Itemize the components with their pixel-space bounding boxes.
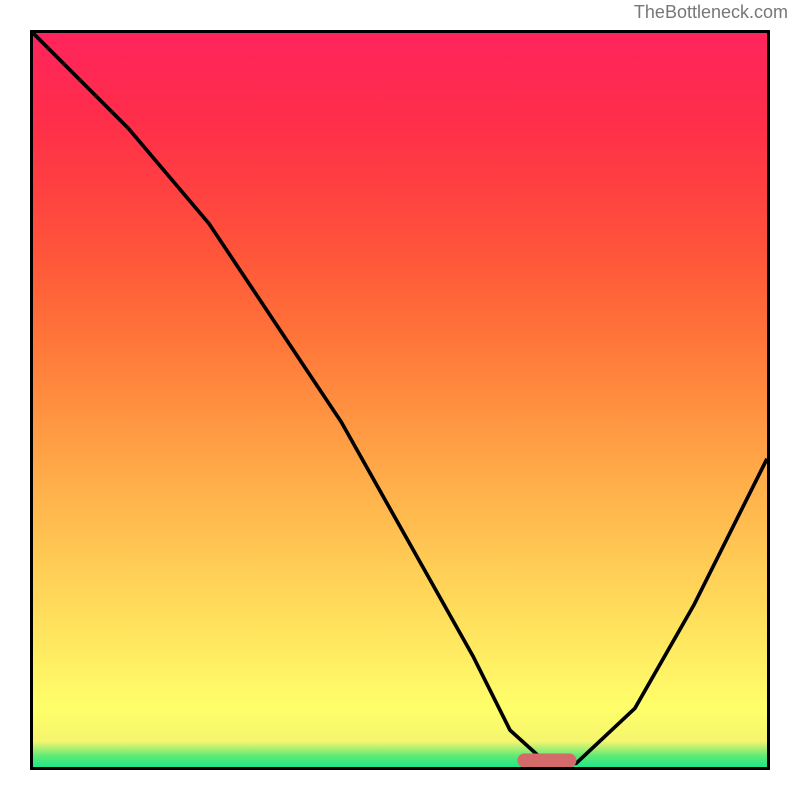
plot-area — [30, 30, 770, 770]
optimum-marker — [517, 754, 576, 770]
plot-inner — [33, 33, 767, 767]
line-path — [33, 33, 767, 767]
chart-canvas: TheBottleneck.com — [0, 0, 800, 800]
attribution-text: TheBottleneck.com — [634, 2, 788, 23]
